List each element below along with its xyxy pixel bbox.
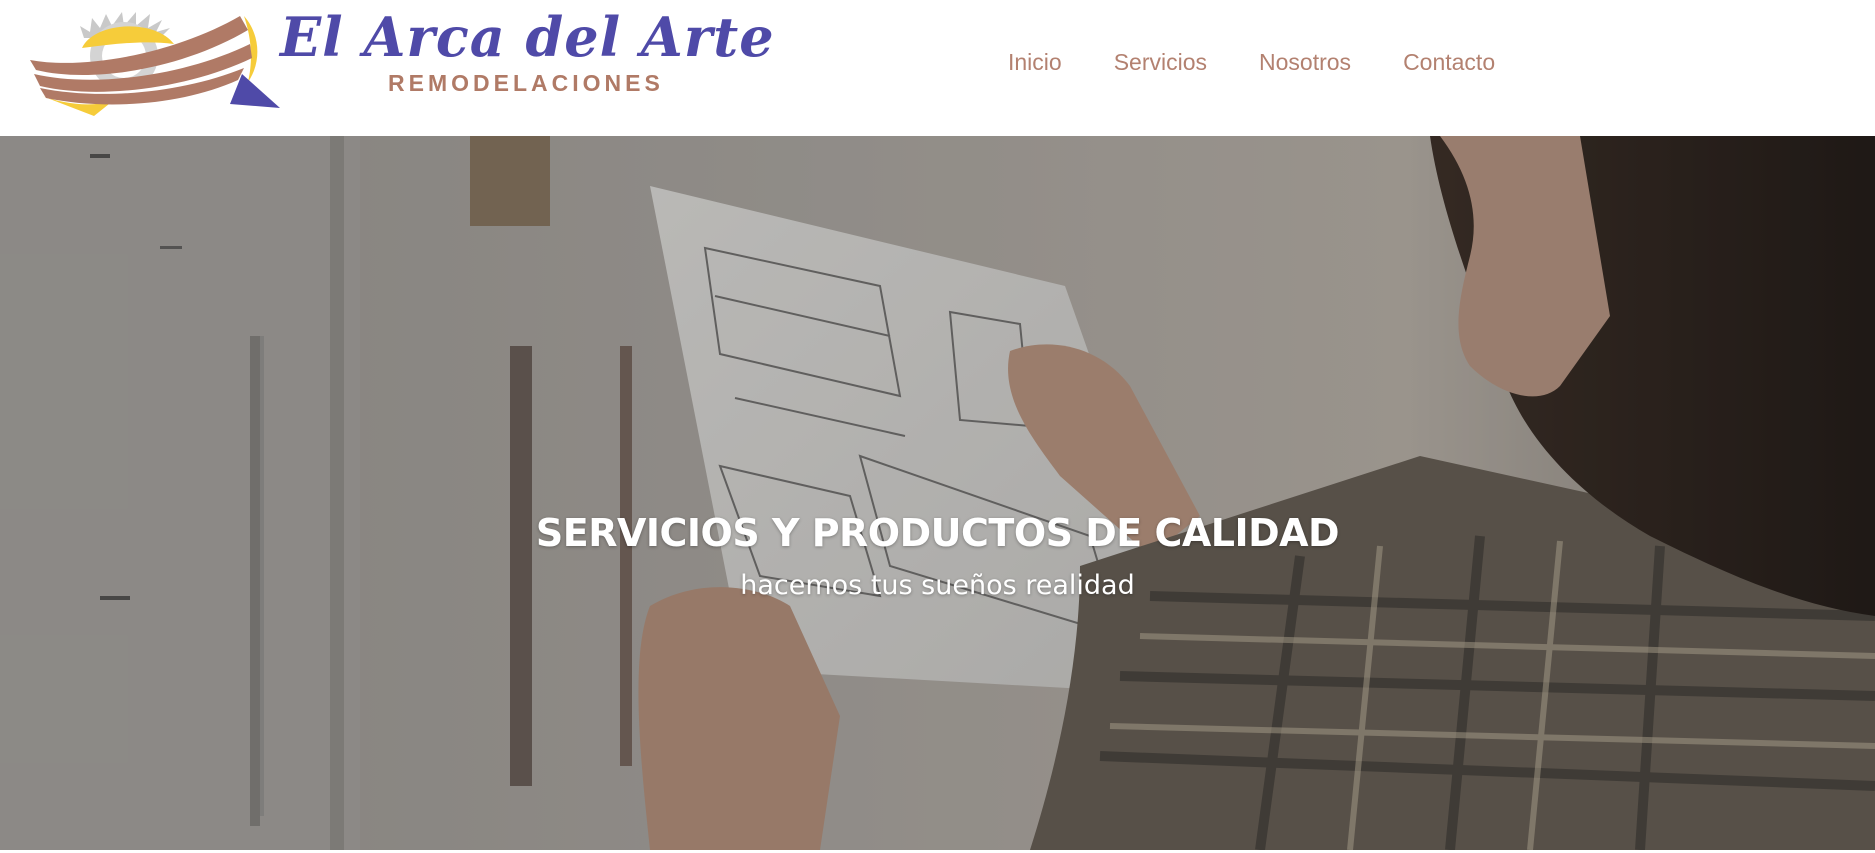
hero-overlay [0, 136, 1875, 850]
hero-subtitle: hacemos tus sueños realidad [740, 570, 1135, 601]
ark-saw-logo-icon [30, 12, 280, 116]
site-logo[interactable]: El Arca del Arte REMODELACIONES [24, 4, 854, 124]
nav-item-inicio[interactable]: Inicio [1008, 44, 1062, 80]
logo-title: El Arca del Arte [280, 5, 775, 69]
nav-item-contacto[interactable]: Contacto [1403, 44, 1495, 80]
hero-title: SERVICIOS Y PRODUCTOS DE CALIDAD [535, 511, 1340, 555]
nav-item-servicios[interactable]: Servicios [1114, 44, 1207, 80]
logo-subtitle: REMODELACIONES [388, 70, 664, 96]
nav-item-nosotros[interactable]: Nosotros [1259, 44, 1351, 80]
main-nav: Inicio Servicios Nosotros Contacto [1008, 44, 1495, 80]
site-header: El Arca del Arte REMODELACIONES Inicio S… [0, 0, 1875, 136]
hero-section: SERVICIOS Y PRODUCTOS DE CALIDAD hacemos… [0, 136, 1875, 850]
